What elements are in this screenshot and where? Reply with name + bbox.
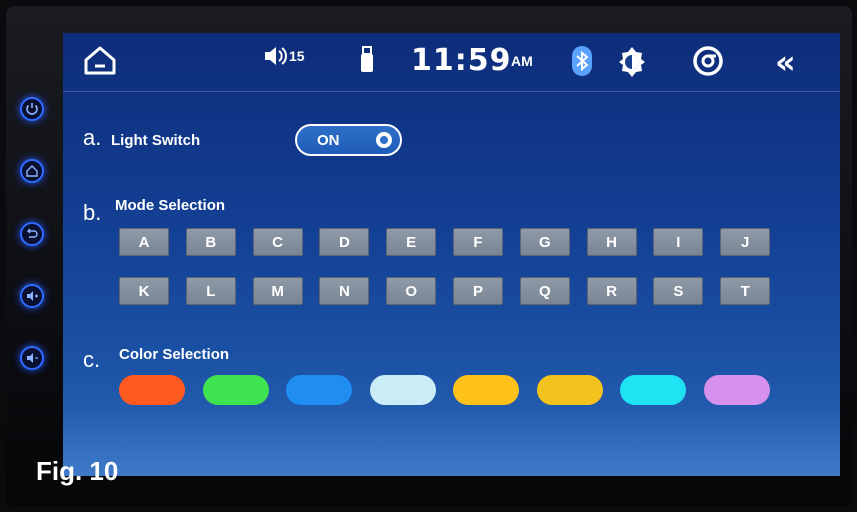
status-divider xyxy=(63,91,840,92)
color-swatch[interactable] xyxy=(703,375,770,405)
power-icon xyxy=(26,103,38,115)
color-swatch[interactable] xyxy=(286,375,352,405)
mode-button[interactable]: C xyxy=(252,228,303,256)
mode-button[interactable]: P xyxy=(453,277,503,305)
mode-button[interactable]: Q xyxy=(519,277,570,305)
bluetooth-icon[interactable] xyxy=(571,45,593,82)
side-home-button[interactable] xyxy=(20,159,44,183)
mode-button[interactable]: M xyxy=(252,277,303,305)
section-b-letter: b. xyxy=(83,200,102,225)
mode-button[interactable]: E xyxy=(386,228,437,256)
mode-button[interactable]: I xyxy=(653,228,704,256)
side-volume-up-button[interactable] xyxy=(20,284,44,308)
volume-up-icon xyxy=(27,291,38,301)
navigation-icon[interactable] xyxy=(692,45,724,82)
power-button[interactable] xyxy=(20,97,44,121)
mode-button[interactable]: B xyxy=(185,228,236,256)
home-icon[interactable] xyxy=(83,45,117,82)
mode-button[interactable]: H xyxy=(586,228,637,256)
mode-button[interactable]: G xyxy=(519,228,570,256)
volume-indicator[interactable]: 15 xyxy=(263,45,305,67)
mode-button[interactable]: N xyxy=(319,277,370,305)
mode-button[interactable]: K xyxy=(119,277,169,305)
side-volume-down-button[interactable] xyxy=(20,346,44,370)
brightness-icon[interactable] xyxy=(615,45,649,84)
color-swatch[interactable] xyxy=(620,375,686,405)
color-swatch[interactable] xyxy=(369,375,436,405)
light-switch-label: Light Switch xyxy=(111,132,201,149)
mode-selection-label: Mode Selection xyxy=(115,197,226,214)
mode-button[interactable]: T xyxy=(720,277,771,305)
mode-button[interactable]: O xyxy=(386,277,437,305)
color-swatch[interactable] xyxy=(202,375,269,405)
usb-icon xyxy=(360,45,374,80)
light-switch-toggle[interactable]: ON xyxy=(295,124,402,156)
color-selection-label: Color Selection xyxy=(119,346,230,363)
color-swatch[interactable] xyxy=(536,375,603,405)
mode-button[interactable]: D xyxy=(319,228,370,256)
color-swatch[interactable] xyxy=(119,375,185,405)
speaker-icon xyxy=(265,47,287,65)
back-button[interactable]: « xyxy=(775,43,796,81)
mode-button[interactable]: A xyxy=(119,228,169,256)
clock-time: 11:59 xyxy=(411,43,512,78)
figure-caption: Fig. 10 xyxy=(36,456,119,486)
volume-level: 15 xyxy=(289,48,305,64)
color-swatch[interactable] xyxy=(453,375,519,405)
mode-button[interactable]: J xyxy=(720,228,771,256)
toggle-knob xyxy=(376,132,392,148)
clock-ampm: AM xyxy=(511,53,533,69)
status-bar: 15 11:59 AM « xyxy=(63,33,840,92)
side-back-button[interactable] xyxy=(20,222,44,246)
mode-button[interactable]: F xyxy=(453,228,503,256)
mode-button[interactable]: R xyxy=(586,277,637,305)
back-icon xyxy=(27,228,38,238)
volume-down-icon xyxy=(27,353,38,363)
mode-button[interactable]: S xyxy=(653,277,704,305)
home-icon xyxy=(26,165,38,177)
touch-screen: 15 11:59 AM « a. Light Switch ON b. Mode… xyxy=(63,33,840,476)
mode-button[interactable]: L xyxy=(185,277,236,305)
toggle-label: ON xyxy=(317,132,340,149)
section-a-letter: a. xyxy=(83,125,102,150)
section-c-letter: c. xyxy=(83,347,101,372)
